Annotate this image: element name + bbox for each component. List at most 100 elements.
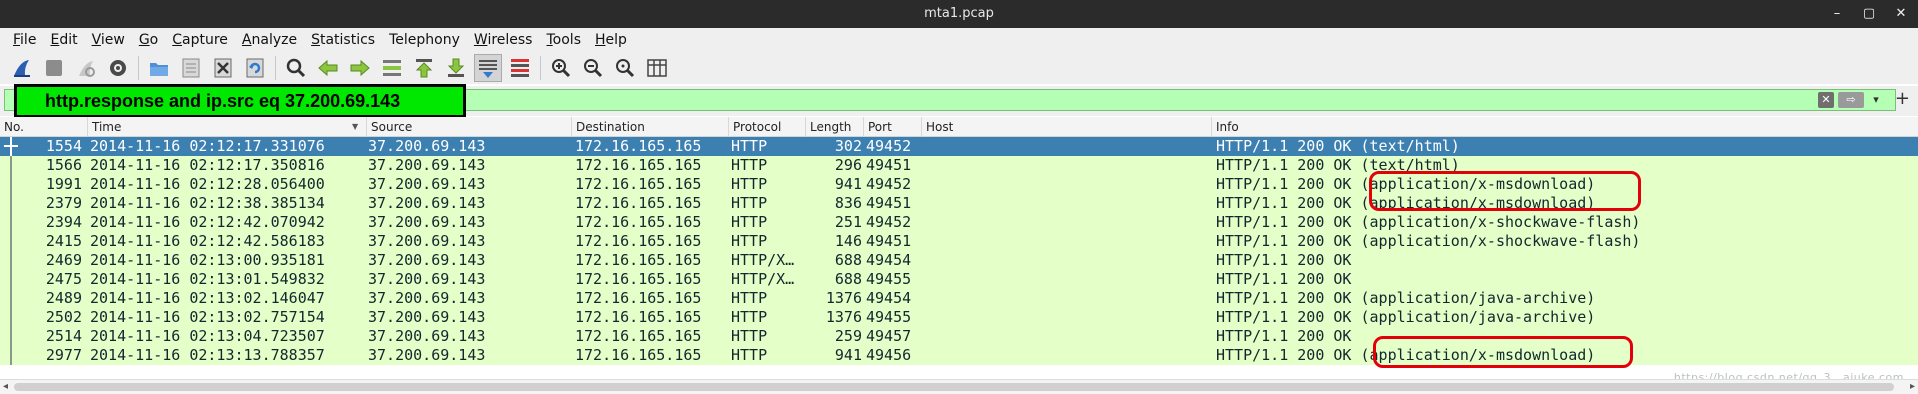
column-header-length[interactable]: Length — [806, 117, 864, 137]
column-header-protocol[interactable]: Protocol — [729, 117, 806, 137]
menu-label: ools — [552, 32, 581, 48]
menu-label: ireless — [487, 32, 533, 48]
table-row[interactable]: 2415 2014-11-16 02:12:42.586183 37.200.69.… — [0, 232, 1918, 251]
zoom-in-icon[interactable] — [547, 54, 575, 82]
scrollbar-thumb[interactable] — [14, 383, 1894, 391]
minimize-button[interactable]: – — [1828, 5, 1846, 23]
cell-no: 2379 — [45, 194, 82, 212]
close-file-icon[interactable] — [209, 54, 237, 82]
cell-host — [924, 251, 1214, 270]
capture-options-icon[interactable] — [104, 54, 132, 82]
cell-destination: 172.16.165.165 — [575, 137, 702, 155]
horizontal-scrollbar[interactable]: ◂ ▸ — [0, 379, 1918, 394]
menubar: File Edit View Go Capture Analyze Statistics Te… — [0, 28, 1918, 52]
menu-file[interactable]: File — [6, 28, 43, 52]
resize-columns-icon[interactable] — [643, 54, 671, 82]
go-back-icon[interactable] — [314, 54, 342, 82]
column-header-host[interactable]: Host — [922, 117, 1212, 137]
cell-no: 1554 — [45, 137, 82, 155]
cell-no: 2489 — [45, 289, 82, 307]
shark-fin-start-icon[interactable] — [8, 54, 36, 82]
scroll-left-icon[interactable]: ◂ — [3, 381, 8, 392]
filter-expression-callout: http.response and ip.src eq 37.200.69.14… — [14, 84, 466, 118]
cell-destination: 172.16.165.165 — [575, 232, 702, 250]
stop-capture-icon[interactable] — [40, 54, 68, 82]
table-row[interactable]: 2475 2014-11-16 02:13:01.549832 37.200.69.… — [0, 270, 1918, 289]
cell-source: 37.200.69.143 — [368, 156, 486, 174]
find-packet-icon[interactable] — [282, 54, 310, 82]
save-file-icon[interactable] — [177, 54, 205, 82]
column-header-no[interactable]: No. — [0, 117, 88, 137]
open-file-icon[interactable] — [145, 54, 173, 82]
menu-label: apture — [182, 32, 228, 48]
related-packet-indicator — [10, 213, 12, 232]
cell-length: 688 — [834, 270, 862, 288]
restart-capture-icon[interactable] — [72, 54, 100, 82]
scroll-right-icon[interactable]: ▸ — [1910, 381, 1915, 392]
cell-length: 251 — [834, 213, 862, 231]
menu-view[interactable]: View — [85, 28, 132, 52]
add-filter-button[interactable]: + — [1895, 88, 1910, 109]
table-row[interactable]: 2502 2014-11-16 02:13:02.757154 37.200.69.… — [0, 308, 1918, 327]
column-header-time[interactable]: Time — [88, 117, 367, 137]
menu-go[interactable]: Go — [132, 28, 165, 52]
column-header-port[interactable]: Port — [864, 117, 922, 137]
menu-wireless[interactable]: Wireless — [467, 28, 540, 52]
maximize-button[interactable]: ▢ — [1860, 5, 1878, 23]
cell-destination: 172.16.165.165 — [575, 213, 702, 231]
window-titlebar: mta1.pcap – ▢ ✕ — [0, 0, 1918, 28]
go-to-packet-icon[interactable] — [378, 54, 406, 82]
clear-filter-button[interactable]: ✕ — [1818, 92, 1834, 108]
related-packet-indicator — [10, 346, 12, 365]
related-packet-indicator — [10, 232, 12, 251]
cell-destination: 172.16.165.165 — [575, 194, 702, 212]
column-header-destination[interactable]: Destination — [572, 117, 729, 137]
cell-length: 941 — [834, 175, 862, 193]
menu-statistics[interactable]: Statistics — [304, 28, 382, 52]
menu-telephony[interactable]: Telephony — [382, 28, 467, 52]
normal-size-icon[interactable] — [611, 54, 639, 82]
table-row[interactable]: 1554 2014-11-16 02:12:17.331076 37.200.69.… — [0, 137, 1918, 156]
cell-length: 941 — [834, 346, 862, 364]
menu-analyze[interactable]: Analyze — [235, 28, 304, 52]
toolbar-separator — [540, 56, 541, 80]
table-row[interactable]: 2489 2014-11-16 02:13:02.146047 37.200.69.… — [0, 289, 1918, 308]
autoscroll-icon[interactable] — [474, 54, 502, 82]
filter-history-dropdown[interactable]: ▾ — [1868, 92, 1884, 108]
zoom-out-icon[interactable] — [579, 54, 607, 82]
menu-label: iew — [100, 32, 125, 48]
cell-time: 2014-11-16 02:12:28.056400 — [90, 175, 325, 193]
menu-edit[interactable]: Edit — [43, 28, 84, 52]
cell-destination: 172.16.165.165 — [575, 289, 702, 307]
reload-file-icon[interactable] — [241, 54, 269, 82]
cell-destination: 172.16.165.165 — [575, 327, 702, 345]
cell-no: 2502 — [45, 308, 82, 326]
menu-capture[interactable]: Capture — [165, 28, 235, 52]
go-forward-icon[interactable] — [346, 54, 374, 82]
colorize-icon[interactable] — [506, 54, 534, 82]
first-packet-icon[interactable] — [410, 54, 438, 82]
last-packet-icon[interactable] — [442, 54, 470, 82]
menu-help[interactable]: Help — [588, 28, 634, 52]
menu-tools[interactable]: Tools — [539, 28, 588, 52]
close-window-button[interactable]: ✕ — [1892, 5, 1910, 23]
sort-descending-icon: ▼ — [352, 122, 359, 131]
cell-port: 49455 — [866, 270, 912, 288]
annotation-highlight-msdownload-last — [1373, 336, 1633, 368]
cell-no: 2394 — [45, 213, 82, 231]
column-header-info[interactable]: Info — [1212, 117, 1918, 137]
cell-port: 49452 — [866, 213, 912, 231]
cell-port: 49451 — [866, 194, 912, 212]
cell-time: 2014-11-16 02:13:02.757154 — [90, 308, 325, 326]
cell-time: 2014-11-16 02:13:00.935181 — [90, 251, 325, 269]
table-row[interactable]: 2469 2014-11-16 02:13:00.935181 37.200.69.… — [0, 251, 1918, 270]
table-row[interactable]: 2394 2014-11-16 02:12:42.070942 37.200.69.… — [0, 213, 1918, 232]
column-header-source[interactable]: Source — [367, 117, 572, 137]
apply-filter-button[interactable]: ⇨ — [1838, 92, 1864, 108]
related-packet-indicator — [10, 175, 12, 194]
cell-protocol: HTTP — [731, 137, 768, 155]
cell-no: 2415 — [45, 232, 82, 250]
cell-time: 2014-11-16 02:12:17.331076 — [90, 137, 325, 155]
cell-time: 2014-11-16 02:13:04.723507 — [90, 327, 325, 345]
menu-mnemonic: A — [241, 32, 252, 48]
